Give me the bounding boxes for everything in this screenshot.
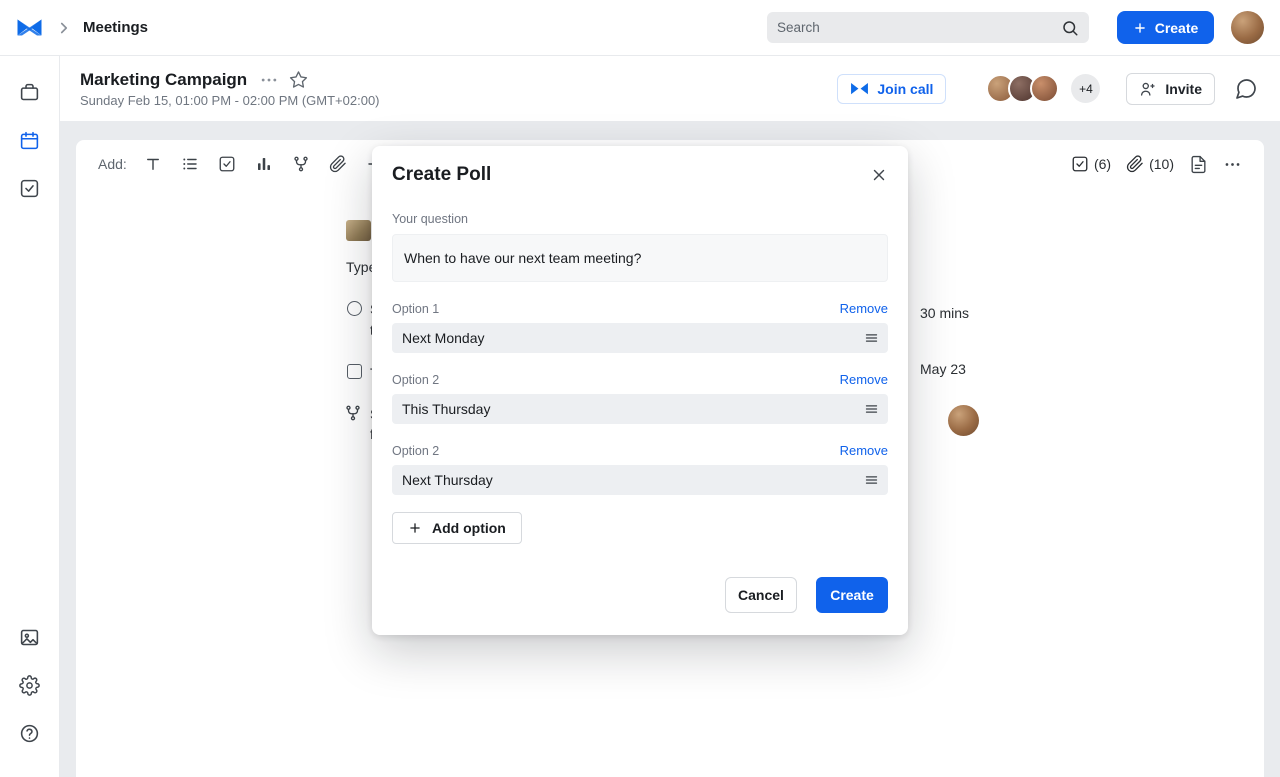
option-label: Option 2: [392, 443, 440, 458]
calendar-icon: [20, 131, 39, 149]
remove-option-button[interactable]: Remove: [840, 301, 888, 316]
task-check-icon: [20, 179, 39, 197]
create-button-label: Create: [1154, 19, 1199, 36]
more-options-icon[interactable]: [259, 70, 279, 90]
option-label: Option 1: [392, 301, 440, 316]
invite-button[interactable]: Invite: [1126, 72, 1215, 105]
avatar-overflow-badge[interactable]: +4: [1071, 74, 1101, 103]
task-checkbox[interactable]: [347, 364, 362, 379]
cancel-button[interactable]: Cancel: [725, 577, 797, 613]
attachments-count-label: (10): [1149, 156, 1174, 172]
invite-label: Invite: [1165, 80, 1202, 97]
paperclip-icon: [1126, 155, 1143, 173]
breadcrumb-chevron-icon: [55, 19, 73, 37]
add-label: Add:: [98, 156, 127, 172]
chat-bubble-icon: [1236, 78, 1256, 99]
create-button[interactable]: Create: [1117, 11, 1214, 44]
paperclip-icon[interactable]: [329, 155, 347, 173]
notes-template-icon[interactable]: [1189, 155, 1208, 174]
drag-handle-icon[interactable]: [864, 402, 879, 417]
sidebar-item-settings[interactable]: [10, 665, 50, 705]
meeting-datetime: Sunday Feb 15, 01:00 PM - 02:00 PM (GMT+…: [80, 92, 380, 108]
tasks-count-label: (6): [1093, 156, 1112, 172]
help-icon: [20, 724, 39, 742]
question-input[interactable]: [392, 234, 888, 282]
assignee-avatar[interactable]: [948, 405, 979, 436]
plus-icon: [1133, 21, 1147, 35]
option-group: Option 1 Remove: [392, 301, 888, 353]
create-poll-button[interactable]: Create: [816, 577, 888, 613]
sidebar-item-tasks[interactable]: [10, 168, 50, 208]
user-avatar[interactable]: [1231, 11, 1264, 44]
checkbox-icon: [1072, 156, 1088, 172]
decision-branch-icon: [346, 405, 360, 421]
toolbar-more-icon[interactable]: [1223, 155, 1242, 174]
search-icon[interactable]: [1061, 19, 1079, 37]
option-group: Option 2 Remove: [392, 372, 888, 424]
page-title: Meetings: [83, 19, 149, 36]
sidebar: [0, 56, 60, 777]
remove-option-button[interactable]: Remove: [840, 372, 888, 387]
poll-chart-icon[interactable]: [255, 155, 273, 173]
sidebar-item-meetings[interactable]: [10, 120, 50, 160]
participant-avatar[interactable]: [1030, 74, 1060, 103]
meeting-title: Marketing Campaign: [80, 69, 248, 89]
sidebar-item-workspace[interactable]: [10, 72, 50, 112]
join-call-label: Join call: [877, 80, 934, 97]
tasks-count[interactable]: (6): [1071, 155, 1111, 173]
search-input[interactable]: [777, 20, 1061, 35]
drag-handle-icon[interactable]: [864, 331, 879, 346]
question-label: Your question: [392, 212, 468, 226]
sidebar-item-boards[interactable]: [10, 617, 50, 657]
image-icon: [20, 629, 39, 645]
call-logo-icon: [850, 82, 869, 95]
decision-branch-icon[interactable]: [292, 155, 310, 173]
star-icon[interactable]: [289, 70, 308, 89]
text-icon[interactable]: [144, 155, 162, 173]
inline-image[interactable]: [346, 220, 371, 241]
drag-handle-icon[interactable]: [864, 473, 879, 488]
meeting-header: Marketing Campaign Sunday Feb 15, 01:00 …: [60, 56, 1280, 121]
create-poll-modal: Create Poll Your question Option 1 Remov…: [372, 146, 908, 635]
option-input[interactable]: [392, 394, 888, 424]
poll-option-radio[interactable]: [347, 301, 362, 316]
modal-title: Create Poll: [392, 164, 492, 185]
app-logo-icon[interactable]: [16, 18, 43, 37]
remove-option-button[interactable]: Remove: [840, 443, 888, 458]
duration-value: 30 mins: [920, 305, 970, 321]
participant-avatars: [986, 74, 1060, 103]
close-icon[interactable]: [870, 166, 888, 184]
join-call-button[interactable]: Join call: [837, 73, 947, 104]
option-label: Option 2: [392, 372, 440, 387]
plus-icon: [408, 521, 422, 535]
option-group: Option 2 Remove: [392, 443, 888, 495]
option-input[interactable]: [392, 465, 888, 495]
attachments-count[interactable]: (10): [1126, 155, 1174, 173]
briefcase-icon: [20, 83, 39, 100]
date-value: May 23: [920, 361, 966, 377]
add-option-button[interactable]: Add option: [392, 512, 522, 544]
checkbox-icon[interactable]: [218, 155, 236, 173]
comments-button[interactable]: [1234, 76, 1260, 102]
sidebar-item-help[interactable]: [10, 713, 50, 753]
topbar: Meetings Create: [0, 0, 1280, 56]
add-option-label: Add option: [432, 520, 506, 536]
gear-icon: [19, 674, 40, 696]
person-add-icon: [1141, 82, 1156, 96]
search-box[interactable]: [767, 12, 1089, 43]
bullet-list-icon[interactable]: [181, 155, 199, 173]
option-input[interactable]: [392, 323, 888, 353]
